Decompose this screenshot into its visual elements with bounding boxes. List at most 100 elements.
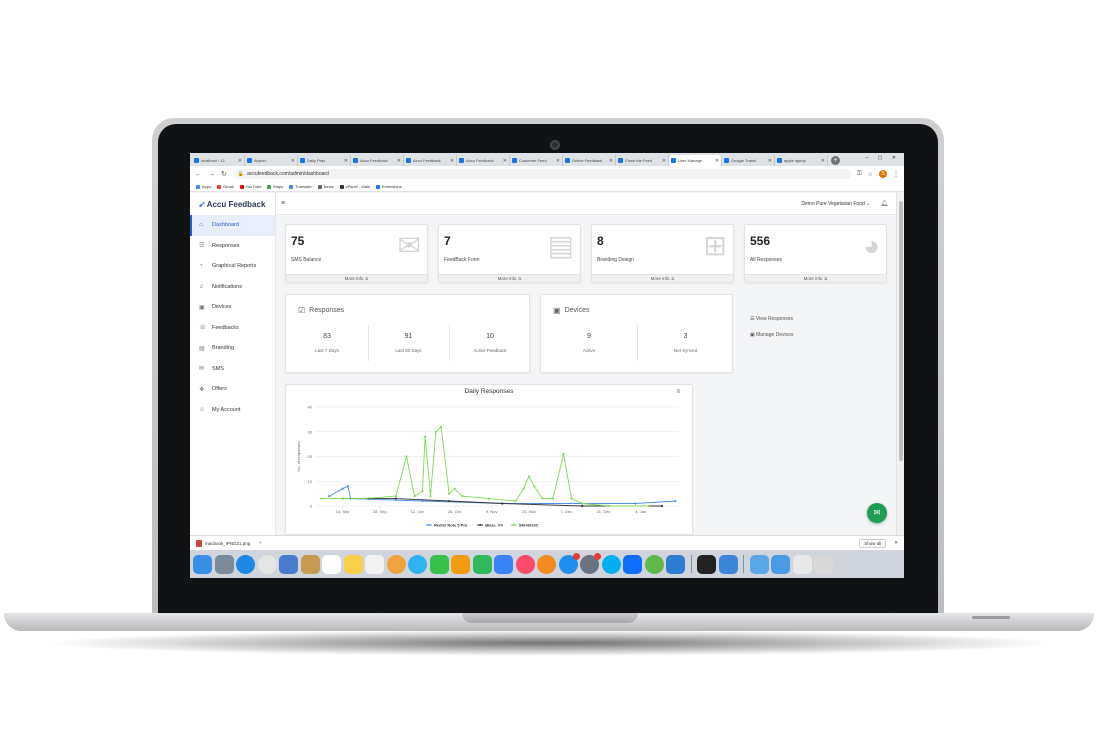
screen-icon[interactable] [792, 554, 812, 574]
sidebar-item-feedbacks[interactable]: ☏ Feedbacks [190, 318, 275, 339]
vscode-icon[interactable] [666, 554, 685, 574]
terminal-icon[interactable] [697, 554, 716, 574]
download-item[interactable]: macbook_iPNG21.png ^ [196, 539, 261, 547]
sidebar-item-sms[interactable]: ✉ SMS [190, 359, 275, 380]
browser-tab[interactable]: apple laptop ✕ [775, 155, 828, 166]
brand-logo[interactable]: ➶ Accu Feedback [190, 193, 275, 215]
close-tab-icon[interactable]: ✕ [662, 158, 666, 164]
books-icon[interactable] [537, 554, 556, 574]
bell-icon[interactable]: 🔔︎ [880, 200, 888, 207]
close-tab-icon[interactable]: ✕ [238, 158, 242, 164]
numbers-icon[interactable] [472, 554, 492, 574]
sidebar-item-offers[interactable]: ❖ Offers [190, 379, 275, 400]
messages-icon[interactable] [408, 554, 427, 574]
photos-icon[interactable] [386, 554, 406, 574]
sidebar-item-notifications[interactable]: ♫ Notifications [190, 277, 275, 298]
new-tab-button[interactable]: + [831, 156, 840, 165]
key-icon[interactable]: ⚿ [857, 171, 862, 178]
appstore-icon[interactable] [558, 552, 580, 574]
keynote-icon[interactable] [494, 554, 513, 574]
bookmark-item[interactable]: Translate [289, 184, 312, 189]
show-all-button[interactable]: Show all [859, 538, 887, 548]
close-tab-icon[interactable]: ✕ [503, 158, 507, 164]
settings-icon[interactable] [580, 552, 601, 574]
close-tab-icon[interactable]: ✕ [344, 158, 348, 164]
downloads-folder-icon[interactable] [771, 554, 790, 574]
sidebar-item-responses[interactable]: ☰ Responses [190, 236, 275, 257]
skype-icon[interactable] [601, 554, 621, 574]
browser-tab[interactable]: Close the Feed ✕ [616, 155, 669, 166]
hamburger-icon[interactable]: ≡ [281, 200, 285, 207]
window-controls[interactable]: – ▢ ✕ [866, 155, 900, 161]
bookmark-item[interactable]: Apps [196, 184, 211, 189]
close-tab-icon[interactable]: ✕ [291, 158, 295, 164]
org-selector[interactable]: Demo Pure Vegetarian Food ⌄ [801, 201, 870, 207]
back-icon[interactable]: ← [195, 171, 202, 178]
more-info-link[interactable]: More info ➲ [745, 274, 886, 282]
url-input[interactable]: 🔒 accufeedback.com/admin/dashboard [232, 169, 852, 179]
close-icon[interactable]: ✕ [894, 540, 898, 546]
close-tab-icon[interactable]: ✕ [715, 158, 719, 164]
forward-icon[interactable]: → [208, 171, 215, 178]
view-responses-link[interactable]: ☰ View Responses [750, 311, 793, 327]
calendar-icon[interactable] [322, 554, 341, 574]
sidebar-item-my-account[interactable]: ☺ My Account [190, 400, 275, 421]
browser-tab[interactable]: Google Transl ✕ [722, 155, 775, 166]
page-scrollbar[interactable] [896, 193, 904, 535]
manage-devices-link[interactable]: ▣ Manage Devices [750, 327, 793, 343]
facetime-icon[interactable] [429, 554, 449, 574]
bookmark-item[interactable]: YouTube [239, 184, 261, 189]
finder-icon[interactable] [193, 554, 212, 574]
browser-tab[interactable]: Accu Feedback ✕ [404, 155, 457, 166]
bookmark-item[interactable]: Extensions [376, 184, 402, 189]
mail-app-icon[interactable] [718, 554, 738, 574]
bookmark-item[interactable]: Maps [267, 184, 283, 189]
stickies-icon[interactable] [343, 554, 363, 574]
bookmark-item[interactable]: cPanel - Main [339, 184, 370, 189]
more-info-link[interactable]: More info ➲ [439, 274, 580, 282]
browser-tab[interactable]: User Manage ✕ [669, 155, 722, 166]
chrome-icon[interactable] [257, 554, 277, 574]
music-icon[interactable] [515, 554, 535, 574]
browser-tab[interactable]: Airport ✕ [245, 155, 298, 166]
close-tab-icon[interactable]: ✕ [556, 158, 560, 164]
sidebar-item-graphical-reports[interactable]: ◔ Graphical Reports [190, 256, 275, 277]
close-tab-icon[interactable]: ✕ [397, 158, 401, 164]
browser-tab[interactable]: Customer Feed ✕ [510, 155, 563, 166]
reload-icon[interactable]: ↻ [221, 170, 227, 178]
folder-icon[interactable] [749, 554, 769, 574]
browser-tab[interactable]: Daily Prax ✕ [298, 155, 351, 166]
bookmark-item[interactable]: Gmail [217, 184, 234, 189]
more-info-link[interactable]: More info ➲ [592, 274, 733, 282]
reminders-icon[interactable] [365, 554, 384, 574]
teamviewer-icon[interactable] [623, 554, 642, 574]
browser-tab[interactable]: localhost / 12 ✕ [192, 155, 245, 166]
launchpad-icon[interactable] [214, 554, 234, 574]
sidebar-item-branding[interactable]: ▤ Branding [190, 338, 275, 359]
more-info-link[interactable]: More info ➲ [286, 274, 427, 282]
close-tab-icon[interactable]: ✕ [821, 158, 825, 164]
message-fab-button[interactable]: ✉ [867, 503, 887, 523]
notes-app-icon[interactable] [300, 554, 320, 574]
trash-icon[interactable] [814, 554, 833, 574]
bookmark-item[interactable]: News [317, 184, 334, 189]
close-tab-icon[interactable]: ✕ [768, 158, 772, 164]
dock-separator [690, 555, 692, 573]
camo-icon[interactable] [644, 554, 664, 574]
pages-icon[interactable] [451, 554, 470, 574]
close-tab-icon[interactable]: ✕ [450, 158, 454, 164]
sidebar-item-dashboard[interactable]: ⌂ Dashboard [190, 215, 275, 236]
sidebar-item-devices[interactable]: ▣ Devices [190, 297, 275, 318]
data-point [341, 497, 344, 500]
browser-tab[interactable]: Accu Feedback ✕ [457, 155, 510, 166]
close-tab-icon[interactable]: ✕ [609, 158, 613, 164]
safari-icon[interactable] [236, 554, 255, 574]
browser-tab[interactable]: Online Feedback ✕ [563, 155, 616, 166]
scrollbar-thumb[interactable] [899, 201, 903, 461]
profile-avatar[interactable]: S [879, 170, 887, 178]
star-icon[interactable]: ☆ [868, 171, 873, 178]
preview-icon[interactable] [279, 554, 298, 574]
menu-dots-icon[interactable]: ⋮ [893, 171, 899, 178]
chevron-up-icon[interactable]: ^ [259, 541, 261, 546]
browser-tab[interactable]: Accu Feedback ✕ [351, 155, 404, 166]
